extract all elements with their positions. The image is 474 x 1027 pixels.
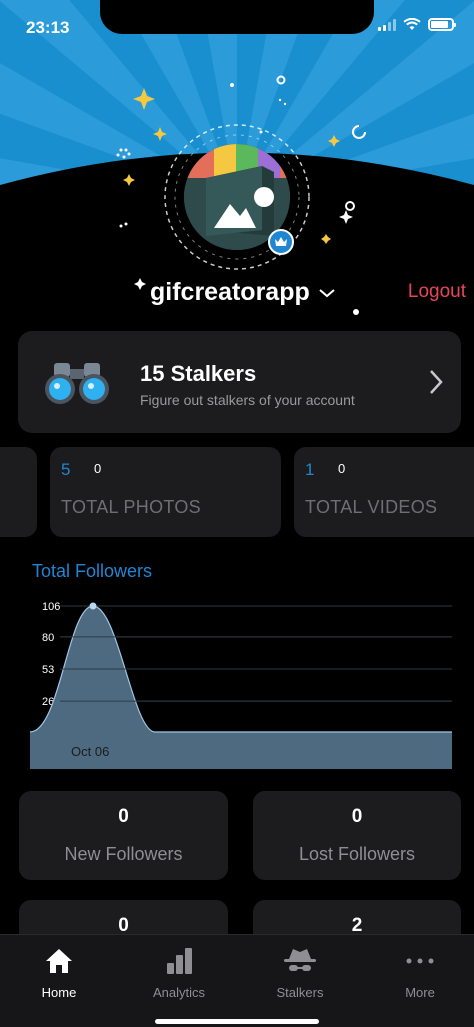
stalkers-description: Figure out stalkers of your account — [140, 392, 355, 408]
binoculars-icon — [45, 363, 109, 404]
stalkers-card[interactable]: 15 Stalkers Figure out stalkers of your … — [18, 331, 461, 433]
logout-button[interactable]: Logout — [408, 281, 466, 303]
tab-more[interactable]: More — [375, 945, 465, 1000]
avatar-frame[interactable] — [164, 124, 310, 270]
tab-home-label: Home — [41, 985, 77, 1000]
tab-bar: Home Analytics Stalkers More — [0, 934, 474, 1027]
home-icon — [46, 949, 72, 973]
tile-new-followers[interactable]: 0 New Followers — [19, 791, 228, 880]
followers-chart: 0265380106Oct 06 — [29, 601, 452, 769]
tab-stalkers[interactable]: Stalkers — [255, 945, 345, 1000]
chart-title: Total Followers — [32, 561, 153, 581]
tile-lost-followers[interactable]: 0 Lost Followers — [253, 791, 461, 880]
y-tick-label: 106 — [42, 601, 60, 613]
new-followers-label: New Followers — [64, 844, 183, 864]
spy-icon — [284, 949, 316, 971]
total-videos-change: 0 — [338, 461, 346, 476]
tab-analytics[interactable]: Analytics — [134, 945, 224, 1000]
crown-badge-icon — [268, 229, 294, 255]
profile-header: 23:13 gifcreatorapp — [0, 0, 474, 320]
tab-more-label: More — [405, 985, 435, 1000]
tab-analytics-label: Analytics — [152, 985, 206, 1000]
account-switcher[interactable]: gifcreatorapp — [150, 278, 336, 307]
new-followers-value: 0 — [118, 806, 129, 827]
data-point — [89, 602, 97, 610]
chevron-down-icon — [319, 288, 335, 297]
chevron-right-icon — [430, 370, 443, 394]
stat-card-previous[interactable] — [0, 447, 37, 537]
tab-home[interactable]: Home — [14, 945, 104, 1000]
lost-followers-label: Lost Followers — [298, 844, 416, 864]
more-dots-icon — [406, 958, 434, 964]
x-tick-label: Oct 06 — [71, 744, 109, 759]
stat-card-total-photos[interactable]: 5 0 TOTAL PHOTOS — [50, 447, 281, 537]
total-photos-change: 0 — [94, 461, 102, 476]
username: gifcreatorapp — [150, 278, 310, 306]
total-videos-label: TOTAL VIDEOS — [305, 497, 438, 517]
stalkers-count: 15 Stalkers — [140, 361, 257, 386]
total-photos-value: 5 — [61, 460, 71, 479]
bar-chart-icon — [167, 948, 192, 974]
y-tick-label: 53 — [42, 664, 54, 676]
lost-followers-value: 0 — [351, 806, 363, 827]
tab-stalkers-label: Stalkers — [276, 985, 324, 1000]
home-indicator — [155, 1019, 319, 1024]
total-videos-value: 1 — [305, 460, 315, 479]
total-photos-label: TOTAL PHOTOS — [61, 497, 201, 517]
stat-card-total-videos[interactable]: 1 0 TOTAL VIDEOS — [294, 447, 474, 537]
y-tick-label: 80 — [42, 632, 54, 644]
